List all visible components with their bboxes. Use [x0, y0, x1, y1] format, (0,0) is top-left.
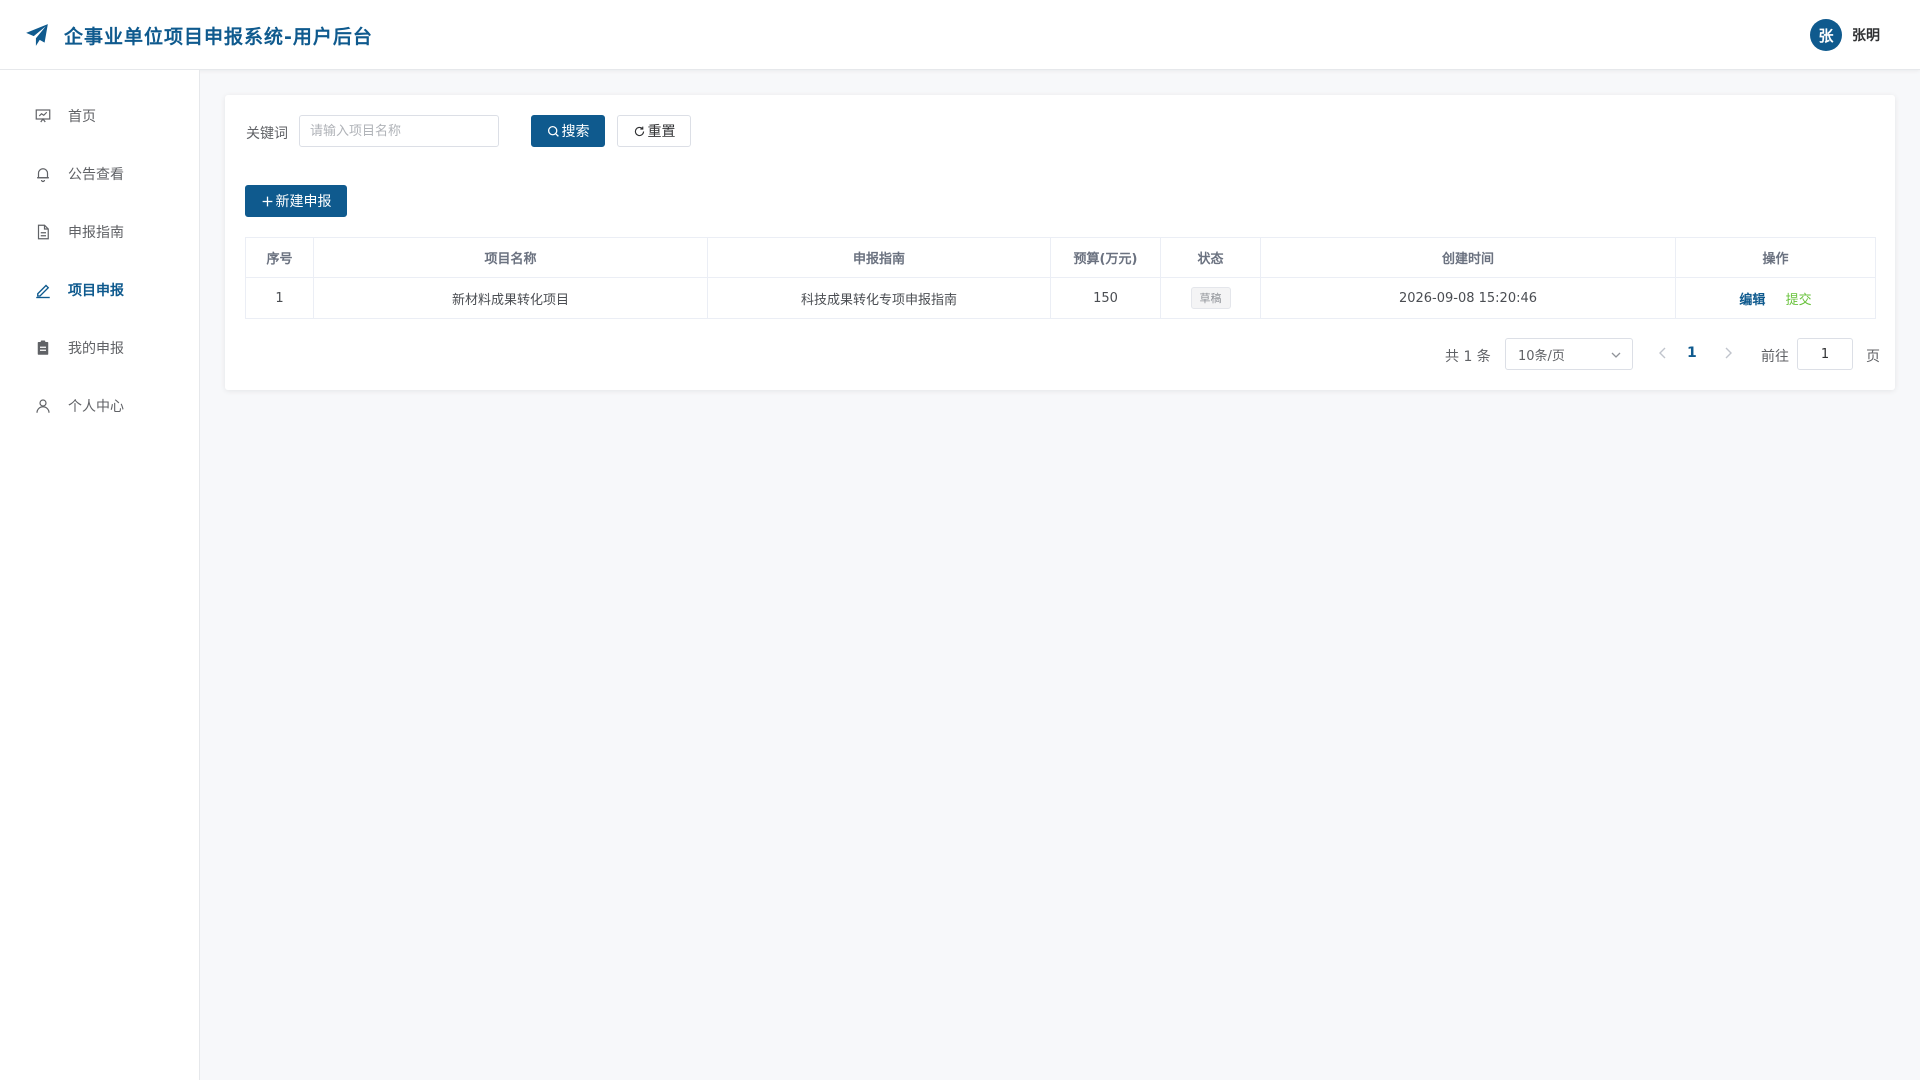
- table-row: 1 新材料成果转化项目 科技成果转化专项申报指南 150 草稿 2026-09-…: [245, 277, 1876, 319]
- cell-created-time: 2026-09-08 15:20:46: [1260, 277, 1676, 319]
- column-header: 创建时间: [1260, 237, 1676, 278]
- search-icon: [547, 125, 559, 137]
- main-card: 关键词 搜索 重置 新建申报 序号 项目名称 申报指南 预算(万元): [225, 95, 1895, 390]
- top-header: 企事业单位项目申报系统-用户后台 张 张明: [0, 0, 1920, 70]
- page-number-current[interactable]: 1: [1687, 345, 1697, 361]
- column-header: 状态: [1160, 237, 1261, 278]
- app-title: 企事业单位项目申报系统-用户后台: [64, 26, 373, 48]
- cell-guide: 科技成果转化专项申报指南: [707, 277, 1051, 319]
- keyword-input[interactable]: [299, 115, 499, 147]
- goto-label: 前往: [1761, 349, 1789, 365]
- submit-link[interactable]: 提交: [1786, 293, 1812, 308]
- sidebar-item-profile[interactable]: 个人中心: [0, 386, 200, 426]
- sidebar-item-home[interactable]: 首页: [0, 96, 200, 136]
- refresh-icon: [634, 126, 644, 136]
- new-application-label: 新建申报: [275, 194, 332, 210]
- page-size-value: 10条/页: [1518, 348, 1565, 364]
- page-size-select[interactable]: 10条/页: [1505, 338, 1633, 370]
- sidebar: 首页 公告查看 申报指南 项目申报 我的申报 个人中心: [0, 70, 200, 1080]
- chevron-right-icon[interactable]: [1722, 346, 1734, 360]
- column-header: 申报指南: [707, 237, 1051, 278]
- search-button[interactable]: 搜索: [531, 115, 605, 147]
- sidebar-item-label: 首页: [68, 109, 96, 125]
- goto-page-input[interactable]: [1797, 338, 1853, 370]
- reset-button-label: 重置: [647, 124, 676, 140]
- sidebar-item-my-applications[interactable]: 我的申报: [0, 328, 200, 368]
- edit-pen-icon: [36, 284, 50, 299]
- avatar[interactable]: 张: [1810, 19, 1842, 51]
- new-application-button[interactable]: 新建申报: [245, 185, 347, 217]
- column-header: 预算(万元): [1050, 237, 1161, 278]
- paper-plane-icon: [26, 24, 48, 46]
- sidebar-item-announcements[interactable]: 公告查看: [0, 154, 200, 194]
- user-icon: [36, 399, 50, 413]
- column-header: 操作: [1675, 237, 1876, 278]
- goto-suffix: 页: [1866, 349, 1880, 365]
- total-count: 共 1 条: [1445, 349, 1491, 365]
- sidebar-item-guides[interactable]: 申报指南: [0, 212, 200, 252]
- table-header-row: 序号 项目名称 申报指南 预算(万元) 状态 创建时间 操作: [245, 237, 1876, 278]
- cell-status: 草稿: [1160, 277, 1261, 319]
- column-header: 项目名称: [313, 237, 708, 278]
- edit-link[interactable]: 编辑: [1739, 293, 1765, 308]
- sidebar-item-label: 公告查看: [68, 167, 124, 183]
- reset-button[interactable]: 重置: [617, 115, 691, 147]
- document-icon: [37, 224, 49, 240]
- sidebar-item-label: 项目申报: [68, 283, 124, 299]
- chevron-down-icon: [1611, 352, 1621, 358]
- column-header: 序号: [245, 237, 314, 278]
- cell-budget: 150: [1050, 277, 1161, 319]
- sidebar-item-label: 个人中心: [68, 399, 124, 415]
- user-menu[interactable]: 张 张明: [1810, 19, 1880, 51]
- sidebar-item-label: 我的申报: [68, 341, 124, 357]
- keyword-label: 关键词: [246, 126, 288, 142]
- clipboard-icon: [37, 340, 49, 355]
- status-badge: 草稿: [1190, 287, 1231, 309]
- chevron-left-icon[interactable]: [1657, 346, 1669, 360]
- plus-icon: [262, 196, 272, 206]
- cell-project-name: 新材料成果转化项目: [313, 277, 708, 319]
- presentation-icon: [35, 109, 51, 123]
- cell-actions: 编辑 提交: [1675, 277, 1876, 319]
- sidebar-item-project-apply[interactable]: 项目申报: [0, 270, 200, 310]
- search-button-label: 搜索: [561, 124, 590, 140]
- sidebar-item-label: 申报指南: [68, 225, 124, 241]
- projects-table: 序号 项目名称 申报指南 预算(万元) 状态 创建时间 操作 1 新材料成果转化…: [245, 237, 1876, 319]
- cell-index: 1: [245, 277, 314, 319]
- bell-icon: [37, 168, 49, 183]
- username[interactable]: 张明: [1852, 25, 1880, 45]
